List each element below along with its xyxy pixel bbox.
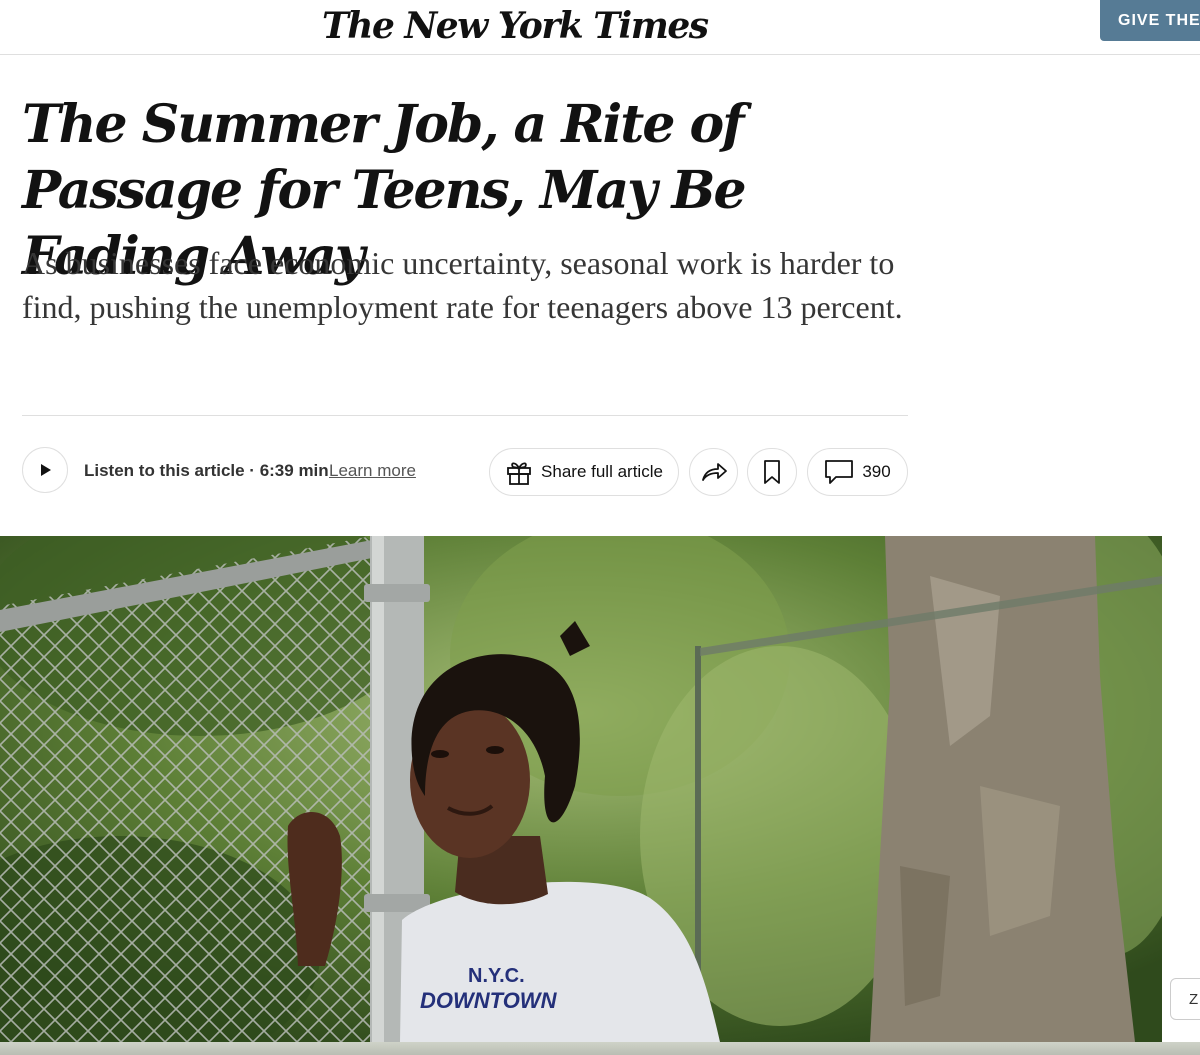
bookmark-icon bbox=[764, 460, 780, 484]
gift-icon bbox=[507, 462, 531, 485]
share-arrow-icon bbox=[701, 463, 727, 481]
comment-icon bbox=[825, 460, 854, 484]
photo-illustration: N.Y.C. DOWNTOWN bbox=[0, 536, 1162, 1042]
divider bbox=[22, 415, 908, 416]
save-bookmark-button[interactable] bbox=[747, 448, 797, 496]
article-summary: As businesses face economic uncertainty,… bbox=[22, 245, 903, 325]
article-lead-photo: N.Y.C. DOWNTOWN bbox=[0, 536, 1162, 1042]
share-full-article-label: Share full article bbox=[541, 462, 663, 481]
comments-button[interactable]: 390 bbox=[807, 448, 908, 496]
top-bar: The New York Times GIVE THE T bbox=[0, 0, 1200, 55]
learn-more-link[interactable]: Learn more bbox=[329, 460, 416, 482]
os-dock-strip bbox=[0, 1042, 1200, 1055]
play-audio-button[interactable] bbox=[22, 447, 68, 493]
side-panel-tab[interactable]: Z bbox=[1170, 978, 1200, 1020]
comment-count: 390 bbox=[862, 462, 891, 481]
play-icon bbox=[41, 464, 51, 476]
share-full-article-button[interactable]: Share full article bbox=[489, 448, 679, 496]
shirt-print-line2: DOWNTOWN bbox=[420, 988, 558, 1013]
shirt-print-line1: N.Y.C. bbox=[468, 965, 525, 987]
nyt-logo[interactable]: The New York Times bbox=[322, 4, 709, 48]
give-the-times-button[interactable]: GIVE THE T bbox=[1100, 0, 1200, 41]
listen-label: Listen to this article · 6:39 min bbox=[84, 461, 329, 480]
share-button[interactable] bbox=[689, 448, 738, 496]
